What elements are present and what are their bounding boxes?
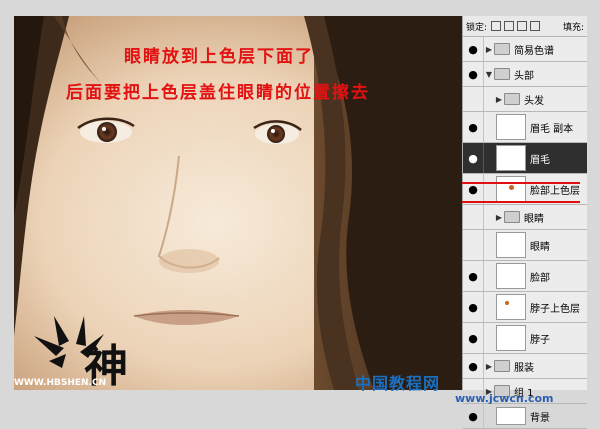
lock-move-icon[interactable] (517, 21, 528, 31)
fill-label: 填充: (562, 22, 584, 33)
layer-name: 眉毛 副本 (530, 123, 574, 135)
layer-name: 眼睛 (524, 213, 544, 225)
eye-icon[interactable]: ● (463, 112, 484, 142)
site-logo: 中国教程网 (355, 374, 441, 393)
eye-hidden-slot[interactable] (463, 205, 484, 229)
expand-arrow-icon[interactable]: ▶ (484, 45, 494, 54)
layer-thumbnail (496, 145, 526, 171)
layers-panel: 锁定: 填充: ● ▶ 简易色谱 ● ▼ 头部 ▶ 头发 ● 眉毛 副本 ● 眉… (462, 16, 587, 429)
annotation-line-1: 眼睛放到上色层下面了 (124, 47, 314, 67)
folder-icon (504, 211, 520, 223)
layer-thumbnail (496, 176, 526, 202)
eye-icon[interactable]: ● (463, 354, 484, 378)
layer-row[interactable]: ● 眉毛 副本 (463, 112, 587, 143)
highlight-line (462, 182, 580, 184)
site-url: www.jcwcn.com (455, 392, 554, 405)
eye-icon[interactable]: ● (463, 323, 484, 353)
layer-thumbnail (496, 263, 526, 289)
watermark-text: WWW.HBSHEN.CN (14, 378, 107, 388)
folder-icon (494, 43, 510, 55)
layer-name: 头部 (514, 70, 534, 82)
expand-arrow-icon[interactable]: ▶ (494, 213, 504, 222)
layer-row[interactable]: ● 脸部 (463, 261, 587, 292)
eye-icon[interactable]: ● (463, 143, 484, 173)
layers-lock-bar: 锁定: 填充: (463, 16, 587, 37)
layer-row[interactable]: ▶ 眼睛 (463, 205, 587, 230)
layer-thumbnail (496, 325, 526, 351)
layer-thumbnail (496, 114, 526, 140)
layer-row[interactable]: ▶ 头发 (463, 87, 587, 112)
layer-thumbnail (496, 407, 526, 425)
highlight-line (462, 201, 580, 203)
layer-row-selected[interactable]: ● 眉毛 (463, 143, 587, 174)
layer-row[interactable]: ● 脖子上色层 (463, 292, 587, 323)
lock-all-icon[interactable] (530, 21, 541, 31)
eye-icon[interactable]: ● (463, 174, 484, 204)
portrait-illustration: 神 (14, 16, 462, 390)
layer-row[interactable]: 眼睛 (463, 230, 587, 261)
expand-arrow-icon[interactable]: ▶ (484, 362, 494, 371)
layer-name: 脖子 (530, 334, 550, 346)
layer-name: 背景 (530, 412, 550, 424)
layer-row[interactable]: ● ▼ 头部 (463, 62, 587, 87)
eye-icon[interactable]: ● (463, 404, 484, 428)
layer-name: 脸部 (530, 272, 550, 284)
layer-name: 眉毛 (530, 154, 550, 166)
eye-icon[interactable]: ● (463, 261, 484, 291)
layer-row[interactable]: ● 背景 (463, 404, 587, 429)
layer-thumbnail (496, 232, 526, 258)
layer-name: 简易色谱 (514, 45, 554, 57)
expand-arrow-icon[interactable]: ▼ (484, 70, 494, 79)
color-dot-icon (505, 301, 509, 305)
painting-canvas[interactable]: 神 眼睛放到上色层下面了 后面要把上色层盖住眼睛的位置擦去 (14, 16, 462, 390)
expand-arrow-icon[interactable]: ▶ (494, 95, 504, 104)
annotation-line-2: 后面要把上色层盖住眼睛的位置擦去 (66, 83, 370, 103)
eye-icon[interactable]: ● (463, 292, 484, 322)
layer-name: 头发 (524, 95, 544, 107)
color-dot-icon (509, 185, 514, 190)
folder-icon (494, 360, 510, 372)
layer-thumbnail (496, 294, 526, 320)
layer-name: 服装 (514, 362, 534, 374)
lock-transparent-icon[interactable] (491, 21, 502, 31)
folder-icon (504, 93, 520, 105)
eye-icon[interactable]: ● (463, 37, 484, 61)
layer-name: 脖子上色层 (530, 303, 580, 315)
layer-row[interactable]: ● 脖子 (463, 323, 587, 354)
eye-hidden-slot[interactable] (463, 87, 484, 111)
lock-label: 锁定: (466, 22, 488, 33)
layer-row[interactable]: ● ▶ 简易色谱 (463, 37, 587, 62)
layer-row[interactable]: ● ▶ 服装 (463, 354, 587, 379)
folder-icon (494, 68, 510, 80)
eye-hidden-slot[interactable] (463, 230, 484, 260)
eye-icon[interactable]: ● (463, 62, 484, 86)
lock-paint-icon[interactable] (504, 21, 515, 31)
layer-name: 眼睛 (530, 241, 550, 253)
